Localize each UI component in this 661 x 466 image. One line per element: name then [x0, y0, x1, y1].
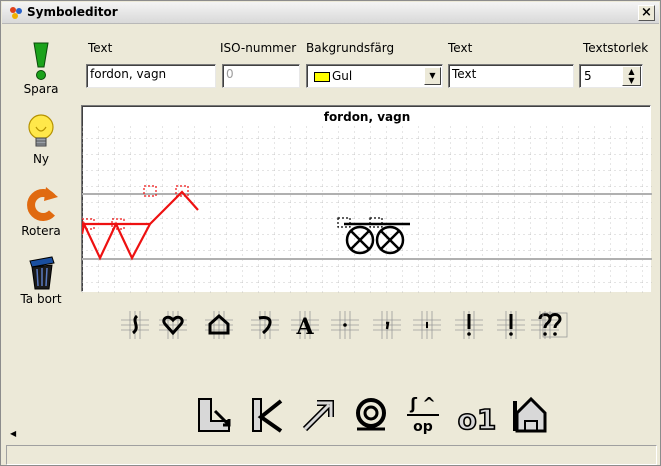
color-swatch — [314, 72, 330, 82]
spinner-buttons[interactable]: ▲ ▼ — [622, 66, 641, 86]
question-box-grid-icon[interactable] — [541, 311, 569, 339]
text-size-value: 5 — [584, 69, 592, 83]
spin-down-icon[interactable]: ▼ — [623, 76, 640, 85]
svg-text:A: A — [295, 314, 314, 339]
bg-color-value: Gul — [332, 69, 353, 83]
dropdown-arrow-icon[interactable]: ▼ — [424, 67, 441, 85]
rotate-label: Rotera — [21, 224, 61, 238]
text2-label: Text — [448, 41, 473, 55]
arrow-upright-icon[interactable] — [299, 395, 339, 435]
delete-button[interactable]: Ta bort — [9, 253, 73, 306]
rotate-icon — [27, 187, 58, 221]
close-button[interactable]: × — [638, 5, 655, 21]
new-label: Ny — [32, 152, 50, 166]
o1-icon[interactable]: o1 — [455, 395, 499, 435]
title-bar: Symboleditor × — [2, 2, 659, 24]
hook-grid-icon[interactable] — [251, 311, 279, 339]
text2-input[interactable]: Text — [448, 64, 574, 88]
arrow-upleft-icon[interactable] — [247, 395, 287, 435]
symbol-canvas[interactable]: fordon, vagn — [81, 105, 652, 293]
o1-text: o1 — [458, 403, 497, 435]
canvas-title: fordon, vagn — [323, 110, 411, 124]
exclamation-icon — [33, 42, 49, 80]
flip-icon[interactable]: ʃ ^ op — [403, 391, 443, 435]
trash-icon — [29, 256, 55, 290]
text-label: Text — [88, 41, 113, 55]
comma-grid-icon[interactable] — [373, 311, 401, 339]
letter-a-grid-icon[interactable]: A — [291, 311, 319, 339]
flip-text-top: ʃ ^ — [409, 394, 436, 413]
tick-grid-icon[interactable] — [413, 311, 441, 339]
iso-input[interactable]: 0 — [222, 64, 300, 88]
lightbulb-icon — [28, 114, 54, 147]
symbol-editor-window: Symboleditor × Spara Ny Rotera Ta bort T… — [0, 0, 661, 466]
canvas-drawing — [82, 126, 652, 293]
move-down-icon[interactable] — [195, 395, 235, 435]
bracket-grid-icon[interactable] — [497, 311, 525, 339]
delete-label: Ta bort — [20, 292, 62, 306]
iso-label: ISO-nummer — [220, 41, 297, 55]
flip-text-bottom: op — [413, 419, 433, 435]
window-title: Symboleditor — [27, 5, 118, 19]
wave-grid-icon[interactable] — [121, 311, 149, 339]
house-outline-icon[interactable] — [511, 395, 551, 435]
text-size-spinner[interactable]: 5 ▲ ▼ — [579, 64, 643, 88]
rotate-button[interactable]: Rotera — [9, 185, 73, 238]
bg-color-label: Bakgrundsfärg — [306, 41, 395, 55]
exclamation-grid-icon[interactable] — [455, 311, 483, 339]
spin-up-icon[interactable]: ▲ — [623, 67, 640, 76]
spiral-icon[interactable] — [351, 395, 391, 435]
dot-grid-icon[interactable] — [331, 311, 359, 339]
scroll-left-icon[interactable]: ◀ — [10, 429, 16, 438]
save-label: Spara — [23, 82, 59, 96]
text-size-label: Textstorlek — [583, 41, 649, 55]
save-button[interactable]: Spara — [9, 41, 73, 96]
app-icon — [10, 7, 22, 19]
status-bar — [6, 445, 657, 465]
text-input[interactable]: fordon, vagn — [86, 64, 216, 88]
new-button[interactable]: Ny — [9, 113, 73, 166]
house-grid-icon[interactable] — [205, 311, 233, 339]
heart-grid-icon[interactable] — [159, 311, 187, 339]
bg-color-select[interactable]: Gul ▼ — [306, 64, 443, 88]
